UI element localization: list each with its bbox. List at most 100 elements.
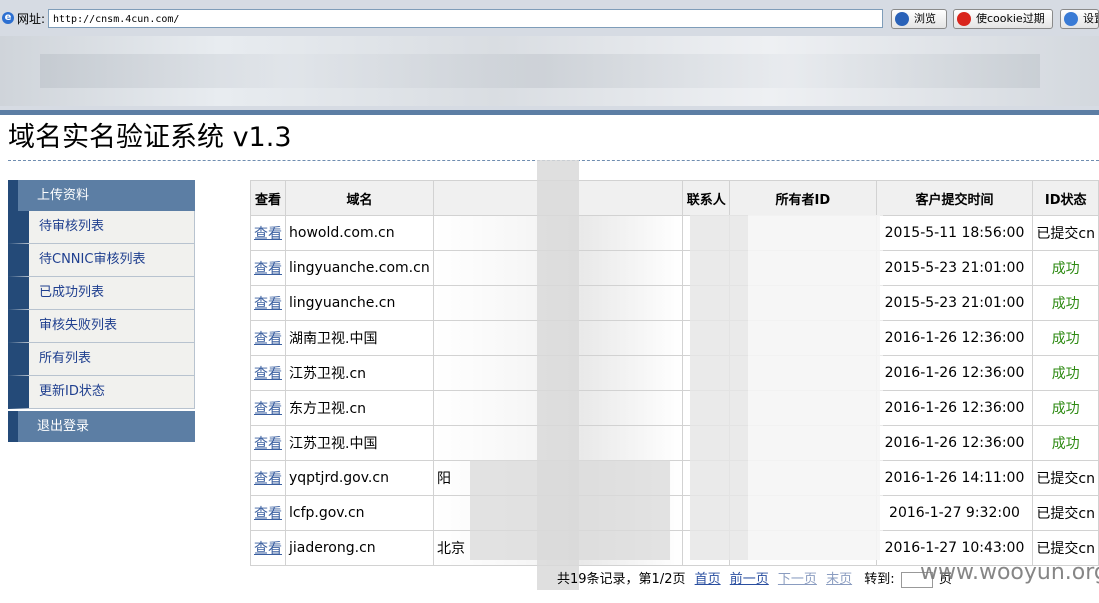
view-link[interactable]: 查看 [254, 226, 282, 242]
browse-button[interactable]: 浏览 [891, 9, 947, 29]
domain-cell: howold.com.cn [285, 215, 434, 251]
pager-prev-link[interactable]: 前一页 [730, 572, 769, 587]
submit-time-cell: 2016-1-26 12:36:00 [875, 390, 1034, 426]
view-link[interactable]: 查看 [254, 401, 282, 417]
view-link[interactable]: 查看 [254, 436, 282, 452]
domain-cell: 湖南卫视.中国 [285, 320, 434, 356]
view-link[interactable]: 查看 [254, 471, 282, 487]
col-header-owner-id: 所有者ID [729, 180, 877, 216]
domain-cell: yqptjrd.gov.cn [285, 460, 434, 496]
pagination: 共19条记录，第1/2页 首页 前一页 下一页 末页 转到: 页 [557, 568, 952, 588]
view-cell: 查看 [250, 495, 286, 531]
view-cell: 查看 [250, 250, 286, 286]
view-cell: 查看 [250, 530, 286, 566]
col-header-submit-time: 客户提交时间 [875, 180, 1034, 216]
page-title: 域名实名验证系统 v1.3 [8, 122, 292, 153]
id-status-cell: 成功 [1032, 425, 1099, 461]
table-row: 查看 yqptjrd.gov.cn 阳 2016-1-26 14:11:00 已提交cn [250, 460, 1099, 496]
id-status-cell: 已提交cn [1032, 460, 1099, 496]
domain-cell: lcfp.gov.cn [285, 495, 434, 531]
browser-chrome: e 网址: http://cnsm.4cun.com/ 浏览 使cookie过期… [0, 0, 1099, 110]
table-row: 查看 lcfp.gov.cn 2016-1-27 9:32:00 已提交cn [250, 495, 1099, 531]
col-header-view: 查看 [250, 180, 286, 216]
stop-icon [957, 12, 971, 26]
address-label: 网址: [17, 12, 46, 26]
id-status-cell: 成功 [1032, 355, 1099, 391]
gear-icon [1064, 12, 1078, 26]
domain-cell: lingyuanche.cn [285, 285, 434, 321]
table-header-row: 查看 域名 联系人 所有者ID 客户提交时间 ID状态 [250, 180, 1099, 216]
browse-label: 浏览 [914, 12, 936, 25]
sidebar-item-pending[interactable]: 待审核列表 [8, 211, 195, 244]
sidebar: 上传资料 待审核列表 待CNNIC审核列表 已成功列表 审核失败列表 所有列表 … [8, 180, 195, 442]
col-header-contact: 联系人 [682, 180, 731, 216]
address-bar: e 网址: http://cnsm.4cun.com/ 浏览 使cookie过期… [0, 6, 1099, 32]
table-row: 查看 东方卫视.cn 2016-1-26 12:36:00 成功 [250, 390, 1099, 426]
sidebar-item-succeeded[interactable]: 已成功列表 [8, 277, 195, 310]
domain-table: 查看 域名 联系人 所有者ID 客户提交时间 ID状态 查看 howold.com… [250, 180, 1099, 566]
submit-time-cell: 2016-1-26 12:36:00 [875, 425, 1034, 461]
id-status-cell: 成功 [1032, 390, 1099, 426]
submit-time-cell: 2016-1-26 14:11:00 [875, 460, 1034, 496]
view-cell: 查看 [250, 285, 286, 321]
eye-icon [895, 12, 909, 26]
view-link[interactable]: 查看 [254, 296, 282, 312]
watermark: www.wooyun.org [920, 560, 1099, 585]
view-cell: 查看 [250, 390, 286, 426]
settings-button[interactable]: 设置 [1060, 9, 1099, 29]
sidebar-item-all[interactable]: 所有列表 [8, 343, 195, 376]
pager-jump-label: 转到: [864, 572, 895, 587]
table-row: 查看 江苏卫视.cn 2016-1-26 12:36:00 成功 [250, 355, 1099, 391]
submit-time-cell: 2015-5-23 21:01:00 [875, 285, 1034, 321]
expire-cookie-button[interactable]: 使cookie过期 [953, 9, 1053, 29]
domain-cell: jiaderong.cn [285, 530, 434, 566]
view-cell: 查看 [250, 425, 286, 461]
submit-time-cell: 2015-5-11 18:56:00 [875, 215, 1034, 251]
id-status-cell: 成功 [1032, 250, 1099, 286]
view-link[interactable]: 查看 [254, 261, 282, 277]
pager-first-link[interactable]: 首页 [695, 572, 721, 587]
redaction-block [748, 215, 883, 560]
expire-cookie-label: 使cookie过期 [976, 12, 1045, 25]
pager-next-link[interactable]: 下一页 [778, 572, 817, 587]
settings-label: 设置 [1083, 12, 1098, 25]
table-row: 查看 湖南卫视.中国 2016-1-26 12:36:00 成功 [250, 320, 1099, 356]
redaction-block [470, 460, 670, 560]
sidebar-item-update-id[interactable]: 更新ID状态 [8, 376, 195, 409]
id-status-cell: 已提交cn [1032, 495, 1099, 531]
logout-button[interactable]: 退出登录 [8, 411, 195, 442]
submit-time-cell: 2016-1-26 12:36:00 [875, 320, 1034, 356]
sidebar-item-cnnic-pending[interactable]: 待CNNIC审核列表 [8, 244, 195, 277]
table-row: 查看 howold.com.cn 2015-5-11 18:56:00 已提交cn [250, 215, 1099, 251]
submit-time-cell: 2016-1-27 9:32:00 [875, 495, 1034, 531]
domain-cell: 江苏卫视.中国 [285, 425, 434, 461]
id-status-cell: 成功 [1032, 320, 1099, 356]
view-cell: 查看 [250, 320, 286, 356]
submit-time-cell: 2015-5-23 21:01:00 [875, 250, 1034, 286]
view-link[interactable]: 查看 [254, 506, 282, 522]
col-header-domain: 域名 [285, 180, 434, 216]
browser-icon: e [2, 12, 14, 24]
table-row: 查看 lingyuanche.cn 2015-5-23 21:01:00 成功 [250, 285, 1099, 321]
col-header-id-status: ID状态 [1032, 180, 1099, 216]
table-row: 查看 江苏卫视.中国 2016-1-26 12:36:00 成功 [250, 425, 1099, 461]
domain-cell: 江苏卫视.cn [285, 355, 434, 391]
sidebar-upload-header[interactable]: 上传资料 [8, 180, 195, 211]
view-cell: 查看 [250, 460, 286, 496]
view-cell: 查看 [250, 215, 286, 251]
view-cell: 查看 [250, 355, 286, 391]
view-link[interactable]: 查看 [254, 366, 282, 382]
id-status-cell: 成功 [1032, 285, 1099, 321]
pager-summary: 共19条记录，第1/2页 [557, 572, 686, 587]
view-link[interactable]: 查看 [254, 331, 282, 347]
submit-time-cell: 2016-1-26 12:36:00 [875, 355, 1034, 391]
sidebar-item-failed[interactable]: 审核失败列表 [8, 310, 195, 343]
domain-cell: lingyuanche.com.cn [285, 250, 434, 286]
header-rule [0, 110, 1099, 115]
view-link[interactable]: 查看 [254, 541, 282, 557]
url-input[interactable]: http://cnsm.4cun.com/ [48, 9, 883, 28]
pager-last-link[interactable]: 末页 [826, 572, 852, 587]
redacted-toolbar-area [0, 36, 1099, 106]
domain-cell: 东方卫视.cn [285, 390, 434, 426]
table-row: 查看 lingyuanche.com.cn 2015-5-23 21:01:00 成功 [250, 250, 1099, 286]
